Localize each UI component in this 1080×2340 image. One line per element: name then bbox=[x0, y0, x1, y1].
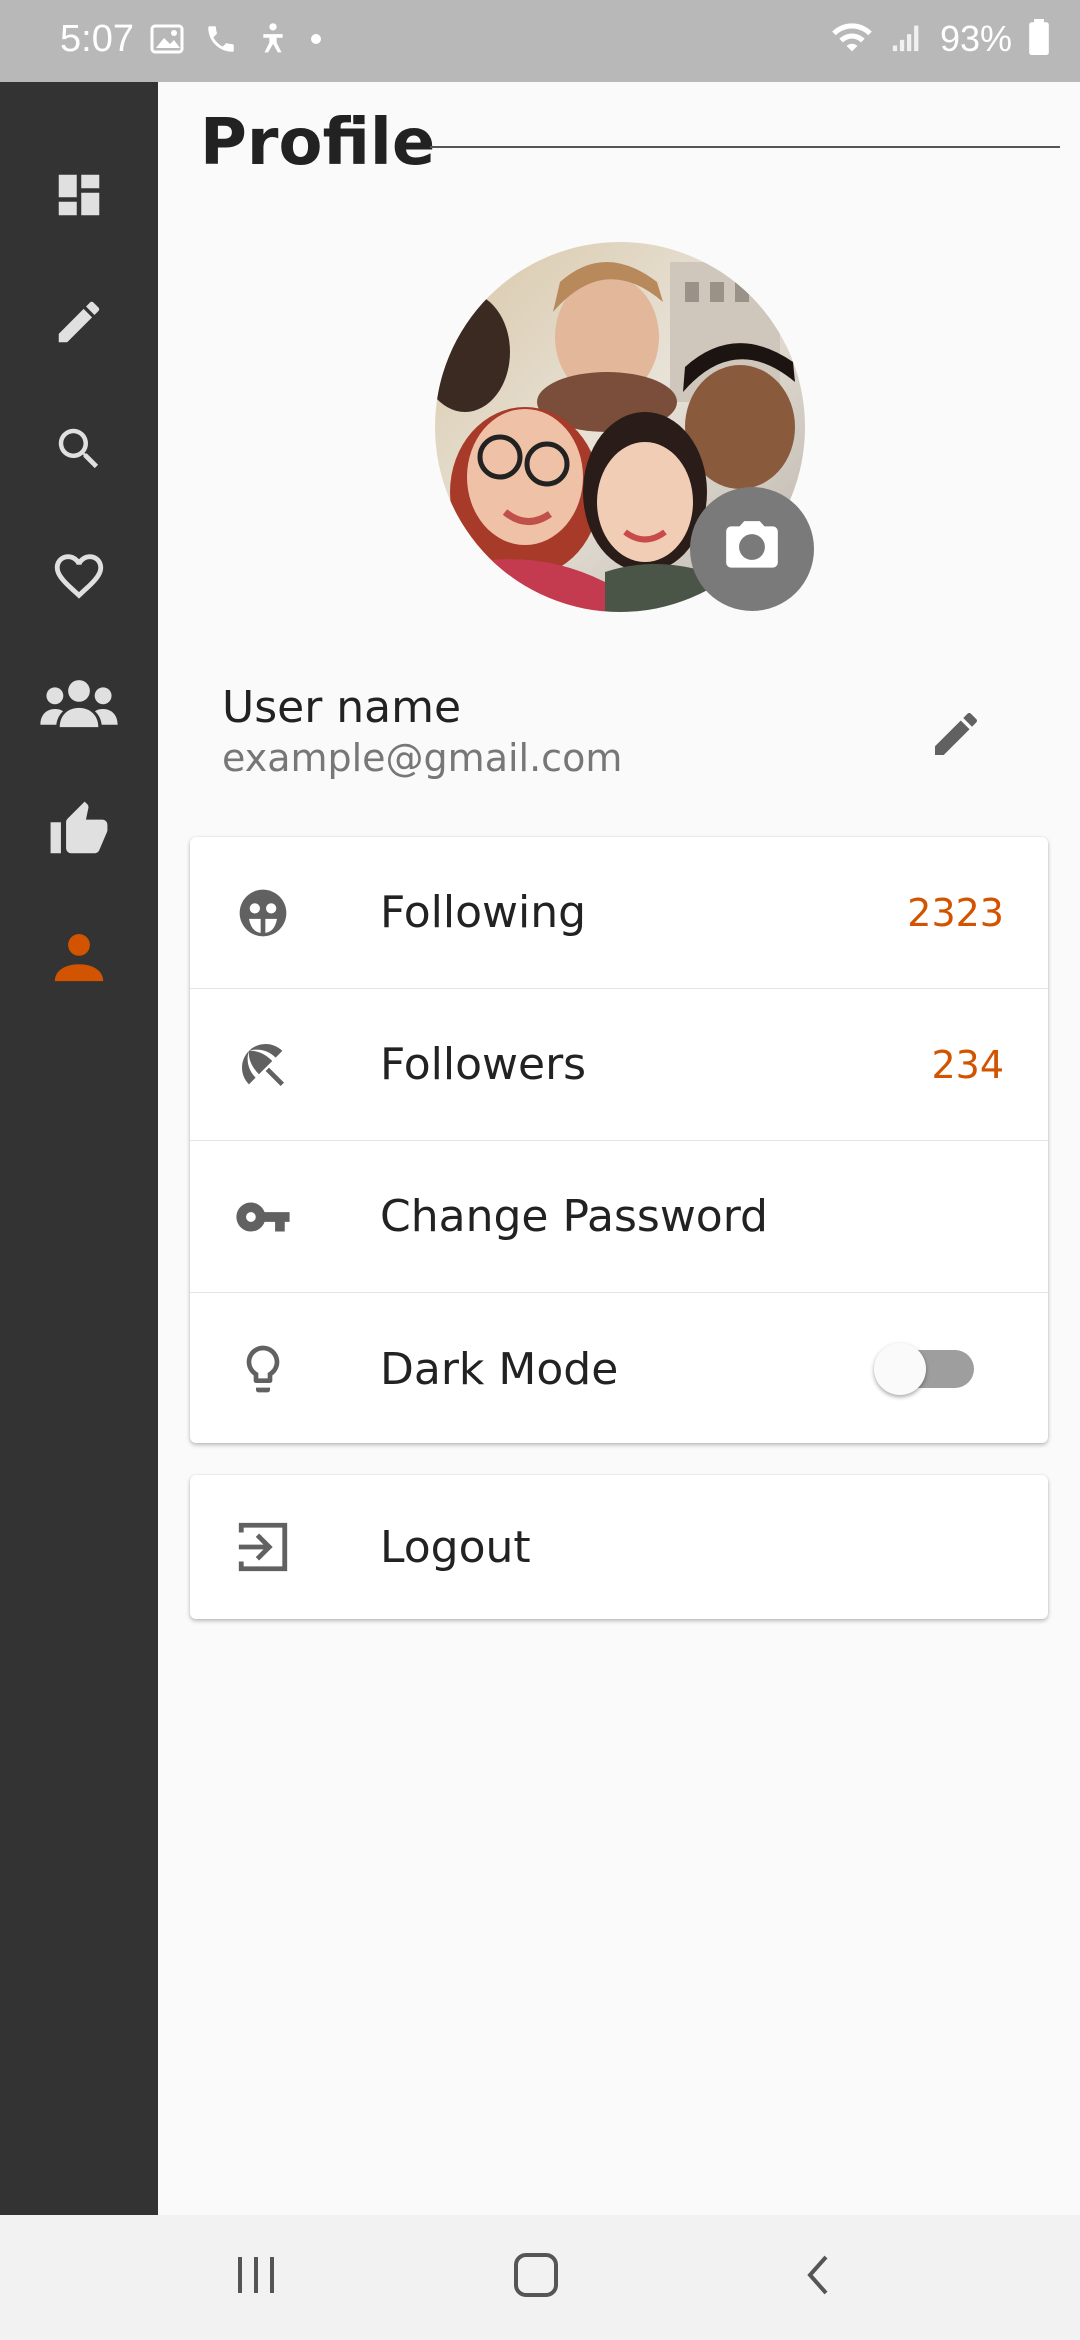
avatar-container bbox=[435, 242, 814, 612]
face-icon bbox=[234, 884, 292, 942]
back-button[interactable] bbox=[778, 2245, 858, 2309]
change-password-label: Change Password bbox=[380, 1191, 768, 1242]
recents-icon bbox=[234, 2253, 278, 2301]
menu-item-dark-mode[interactable]: Dark Mode bbox=[190, 1293, 1048, 1445]
status-bar: 5:07 93% bbox=[0, 0, 1080, 82]
user-email: example@gmail.com bbox=[222, 736, 623, 780]
battery-percent: 93% bbox=[939, 18, 1012, 59]
accessibility-icon bbox=[258, 22, 288, 60]
dark-mode-label: Dark Mode bbox=[380, 1343, 619, 1395]
wifi-icon bbox=[830, 19, 874, 59]
sidebar-item-search[interactable] bbox=[0, 391, 158, 511]
sidebar-item-favorites[interactable] bbox=[0, 518, 158, 638]
profile-menu-card: Following 2323 Followers 234 Change Pass… bbox=[190, 837, 1048, 1443]
page-title: Profile bbox=[200, 106, 436, 180]
logout-card: Logout bbox=[190, 1475, 1048, 1619]
change-photo-button[interactable] bbox=[690, 487, 814, 611]
people-icon bbox=[38, 674, 120, 736]
sidebar-item-dashboard[interactable] bbox=[0, 137, 158, 257]
following-count: 2323 bbox=[907, 890, 1004, 935]
home-button[interactable] bbox=[496, 2245, 576, 2309]
status-right-icons: 93% bbox=[830, 18, 1050, 60]
camera-icon bbox=[721, 516, 783, 582]
home-icon bbox=[512, 2251, 560, 2303]
sidebar-item-groups[interactable] bbox=[0, 645, 158, 765]
thumb-up-icon bbox=[48, 799, 110, 865]
followers-label: Followers bbox=[380, 1039, 587, 1090]
pencil-icon bbox=[52, 295, 106, 353]
signal-icon bbox=[890, 20, 924, 58]
beach-umbrella-icon bbox=[234, 1036, 292, 1094]
sidebar-item-likes[interactable] bbox=[0, 772, 158, 892]
lightbulb-icon bbox=[234, 1340, 292, 1398]
person-icon bbox=[50, 928, 108, 990]
status-time: 5:07 bbox=[60, 18, 134, 60]
main-content: Profile User name example@gmail.com Foll… bbox=[158, 82, 1080, 2215]
title-divider bbox=[430, 146, 1060, 148]
menu-item-change-password[interactable]: Change Password bbox=[190, 1141, 1048, 1293]
battery-icon bbox=[1028, 19, 1050, 59]
following-label: Following bbox=[380, 887, 587, 938]
sidebar-item-profile[interactable] bbox=[0, 899, 158, 1019]
logout-label: Logout bbox=[380, 1521, 531, 1573]
menu-item-following[interactable]: Following 2323 bbox=[190, 837, 1048, 989]
dashboard-icon bbox=[52, 168, 106, 226]
image-icon bbox=[150, 24, 184, 58]
search-icon bbox=[52, 422, 106, 480]
recents-button[interactable] bbox=[216, 2245, 296, 2309]
pencil-icon bbox=[928, 706, 984, 766]
status-left-icons bbox=[150, 22, 324, 60]
key-icon bbox=[234, 1188, 292, 1246]
back-icon bbox=[798, 2251, 838, 2303]
sidebar bbox=[0, 82, 158, 2215]
toggle-knob bbox=[874, 1343, 926, 1395]
menu-item-logout[interactable]: Logout bbox=[190, 1475, 1048, 1619]
dot-icon bbox=[308, 31, 324, 51]
menu-item-followers[interactable]: Followers 234 bbox=[190, 989, 1048, 1141]
logout-icon bbox=[234, 1518, 292, 1576]
edit-profile-button[interactable] bbox=[918, 698, 994, 774]
heart-icon bbox=[50, 547, 108, 609]
followers-count: 234 bbox=[931, 1042, 1004, 1087]
user-name: User name bbox=[222, 682, 462, 733]
dark-mode-toggle[interactable] bbox=[874, 1343, 974, 1395]
sidebar-item-edit[interactable] bbox=[0, 264, 158, 384]
system-nav-bar bbox=[0, 2215, 1080, 2340]
phone-icon bbox=[204, 22, 238, 60]
